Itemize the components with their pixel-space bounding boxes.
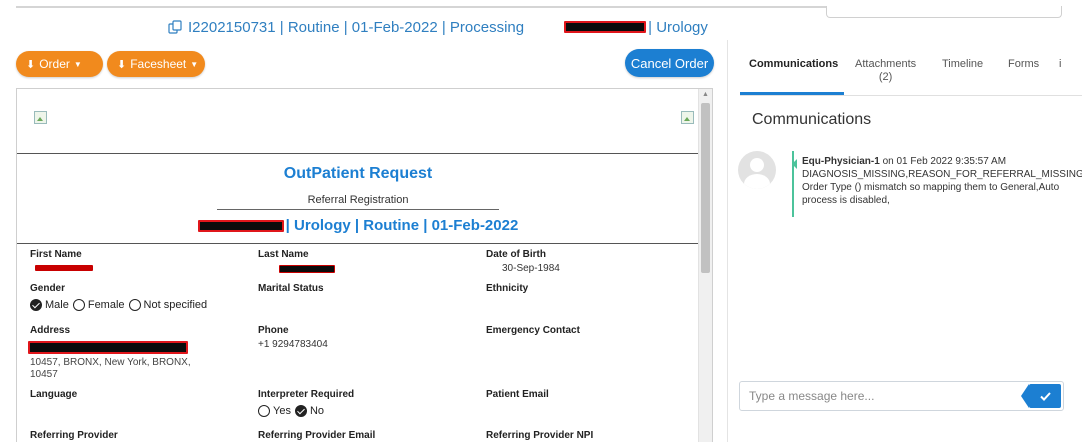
tab-more[interactable]: i	[1059, 58, 1061, 71]
phone-value: +1 9294783404	[258, 339, 328, 350]
message-meta: on 01 Feb 2022 9:35:57 AM	[879, 156, 1007, 167]
check-icon	[1039, 391, 1051, 401]
header-separator: |	[437, 18, 450, 36]
order-detail-page: I2202150731 | Routine | 01-Feb-2022 | Pr…	[0, 0, 1082, 442]
message-text: DIAGNOSIS_MISSING,REASON_FOR_REFERRAL_MI…	[802, 169, 1082, 206]
message-input[interactable]	[740, 382, 1015, 410]
interpreter-label: Interpreter Required	[258, 389, 355, 400]
gender-option-label: Female	[87, 299, 125, 311]
referring-provider-email-label: Referring Provider Email	[258, 430, 376, 441]
tab-attachments[interactable]: Attachments (2)	[855, 58, 916, 84]
ethnicity-label: Ethnicity	[486, 283, 529, 294]
document-scrollbar[interactable]: ▲	[698, 89, 712, 442]
referring-provider-npi-label: Referring Provider NPI	[486, 430, 594, 441]
document-subtitle: Referral Registration	[307, 194, 409, 206]
gender-male-radio[interactable]	[30, 299, 42, 311]
order-department: Urology	[656, 18, 708, 36]
order-priority: Routine	[287, 18, 340, 36]
facesheet-dropdown-button[interactable]: ⬇ Facesheet ▼	[107, 51, 205, 77]
download-icon: ⬇	[26, 58, 36, 71]
marital-status-label: Marital Status	[258, 283, 324, 294]
gender-option-label: Male	[45, 299, 69, 311]
order-status: Processing	[449, 18, 525, 36]
outpatient-request-form: OutPatient Request Referral Registration…	[17, 89, 699, 442]
communications-heading: Communications	[752, 111, 872, 128]
order-button-label: Order	[39, 57, 70, 71]
header-separator: |	[648, 18, 657, 36]
send-message-button[interactable]	[1021, 384, 1061, 408]
interpreter-radio-group: Yes No	[256, 405, 324, 417]
subtitle-underline	[217, 209, 499, 210]
chevron-down-icon: ▼	[73, 59, 82, 69]
interpreter-option-label: No	[309, 405, 325, 417]
interpreter-option-label: Yes	[273, 405, 291, 417]
gender-option-label: Not specified	[143, 299, 208, 311]
gender-female-radio[interactable]	[72, 299, 85, 311]
document-title-line-text: | Urology | Routine | 01-Feb-2022	[285, 217, 519, 234]
redacted-first-name	[35, 265, 93, 271]
dob-label: Date of Birth	[486, 249, 546, 260]
broken-image-icon	[34, 111, 47, 124]
patient-email-label: Patient Email	[486, 389, 549, 400]
header-separator: |	[339, 18, 352, 36]
redacted-last-name	[279, 265, 335, 273]
facesheet-button-label: Facesheet	[130, 57, 187, 71]
gender-label: Gender	[30, 283, 66, 294]
order-id: I2202150731	[188, 18, 276, 36]
address-label: Address	[30, 325, 71, 336]
interpreter-no-radio[interactable]	[294, 405, 307, 417]
referring-provider-label: Referring Provider	[30, 430, 118, 441]
tab-forms[interactable]: Forms	[1008, 58, 1039, 71]
message-composer	[739, 381, 1064, 411]
avatar	[738, 151, 776, 189]
order-date: 01-Feb-2022	[351, 18, 438, 36]
panel-divider	[727, 40, 728, 442]
broken-image-icon	[681, 111, 694, 124]
copy-icon[interactable]	[168, 20, 182, 34]
redacted-patient-name	[564, 21, 647, 33]
emergency-contact-label: Emergency Contact	[486, 325, 580, 336]
tab-timeline[interactable]: Timeline	[942, 58, 983, 71]
top-search-box[interactable]	[826, 6, 1062, 18]
dob-value: 30-Sep-1984	[502, 263, 560, 274]
document-divider	[17, 153, 699, 154]
phone-label: Phone	[258, 325, 289, 336]
order-dropdown-button[interactable]: ⬇ Order ▼	[16, 51, 103, 77]
scroll-up-arrow-icon[interactable]: ▲	[702, 91, 709, 98]
user-icon	[750, 158, 764, 172]
download-icon: ⬇	[117, 58, 127, 71]
order-header: I2202150731 | Routine | 01-Feb-2022 | Pr…	[168, 16, 708, 38]
redacted-patient-name	[197, 219, 284, 232]
gender-radio-group: Male Female Not specified	[28, 299, 207, 311]
document-title: OutPatient Request	[283, 165, 433, 182]
message-author: Equ-Physician-1	[802, 156, 880, 167]
last-name-label: Last Name	[258, 249, 309, 260]
header-separator: |	[275, 18, 288, 36]
address-value: 10457, BRONX, New York, BRONX, 10457	[30, 357, 191, 380]
chevron-down-icon: ▼	[190, 59, 199, 69]
interpreter-yes-radio[interactable]	[258, 405, 270, 417]
panel-tabs: Communications Attachments (2) Timeline …	[740, 52, 1082, 96]
tabs-divider	[740, 95, 1082, 96]
document-divider	[17, 243, 699, 244]
tab-communications[interactable]: Communications	[749, 58, 838, 71]
redacted-address-line	[28, 341, 188, 354]
language-label: Language	[30, 389, 78, 400]
cancel-order-button[interactable]: Cancel Order	[625, 49, 714, 77]
scrollbar-thumb[interactable]	[701, 103, 710, 273]
first-name-label: First Name	[30, 249, 82, 260]
document-title-line: | Urology | Routine | 01-Feb-2022	[17, 217, 699, 234]
message-item: Equ-Physician-1 on 01 Feb 2022 9:35:57 A…	[792, 151, 1082, 217]
gender-not-specified-radio[interactable]	[128, 299, 141, 311]
document-viewer: OutPatient Request Referral Registration…	[16, 88, 713, 442]
